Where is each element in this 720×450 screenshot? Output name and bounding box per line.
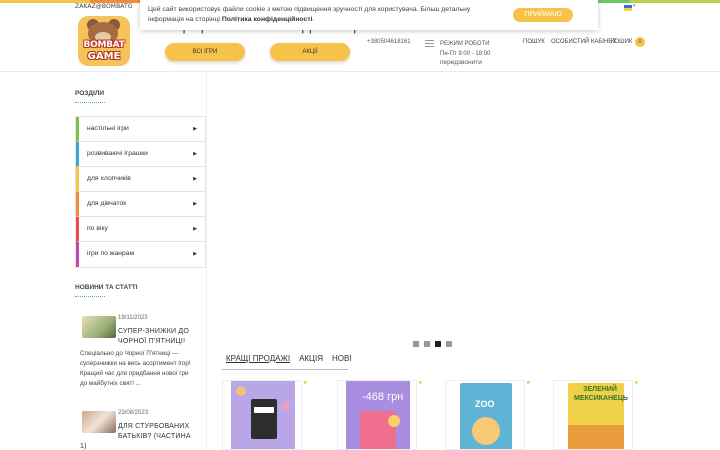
chevron-right-icon: ▶ [193,176,197,182]
news-date: 23/08/2023 [118,410,149,416]
news-excerpt-line: Спеціально до Чорної П'ятниці — [80,350,179,357]
rating-stars: ★ [526,380,531,386]
cookie-banner: Цей сайт використовує файли cookie з мет… [140,0,598,30]
news-title[interactable]: СУПЕР-ЗНИЖКИ ДО ЧОРНОЇ П'ЯТНИЦІ! [118,327,189,347]
logo-text-line1: BOMBAT [83,40,125,50]
news-title-line[interactable]: ЧОРНОЇ П'ЯТНИЦІ! [118,337,189,347]
category-item[interactable]: розвиваючі іграшки ▶ [76,142,205,167]
product-card[interactable] [222,380,302,450]
slider-dot[interactable] [446,341,452,347]
category-label[interactable]: ігри по жанрам [87,250,134,257]
working-hours-label: РЕЖИМ РОБОТИ [440,41,490,47]
product-card[interactable]: ZOO [445,380,525,450]
product-box-title: ZOO [475,399,495,409]
rating-stars: ★ [303,380,308,386]
news-title-line[interactable]: СУПЕР-ЗНИЖКИ ДО [118,327,189,337]
product-tabs: КРАЩІ ПРОДАЖІ АКЦІЯ НОВІ [226,354,352,363]
rating-stars: ★ [634,380,639,386]
working-hours-value: Пн-Пт 9:00 - 18:00 [440,51,491,57]
content-divider [206,72,207,450]
language-flag-icon[interactable] [624,5,632,11]
tab-promo[interactable]: АКЦІЯ [299,354,323,363]
news-excerpt-line: Кращий час для придбання нової гри [80,370,189,377]
product-image-drawing [231,381,295,449]
page: ZAKAZ@BOMBATG i ▾ BOMBAT GAME Офіційний … [0,0,720,450]
chevron-right-icon: ▶ [193,226,197,232]
category-item[interactable]: настільні ігри ▶ [76,117,205,142]
working-hours: РЕЖИМ РОБОТИ Пн-Пт 9:00 - 18:00 [440,39,490,59]
chevron-right-icon: ▶ [193,151,197,157]
news-date: 19/11/2023 [118,315,148,321]
rating-stars: ★ [418,380,423,386]
news-excerpt: Спеціально до Чорної П'ятниці — суперзни… [80,349,191,389]
category-label[interactable]: для дівчаток [87,200,126,207]
product-card[interactable]: ЗЕЛЕНИЙ МЕКСИКАНЕЦЬ [553,380,633,450]
tabs-underline [222,369,348,370]
sections-heading: РОЗДІЛИ [75,90,105,97]
cookie-text-end: . [312,16,315,23]
search-link[interactable]: ПОШУК [523,39,545,45]
slider-dot[interactable] [424,341,430,347]
news-excerpt-line: до майбутніх свят! ... [80,380,142,387]
product-image[interactable]: ЗЕЛЕНИЙ МЕКСИКАНЕЦЬ [562,381,628,449]
news-excerpt-line: суперзнижки на весь асортимент ігор! [80,360,191,367]
product-image[interactable]: ZOO [454,381,518,449]
site-logo[interactable]: BOMBAT GAME [78,16,130,66]
product-discount-label: -468 грн [362,391,404,403]
heading-underline [75,102,105,103]
chevron-down-icon[interactable]: ▾ [633,3,636,9]
news-thumbnail[interactable] [82,316,116,338]
category-item[interactable]: ігри по жанрам ▶ [76,242,205,267]
tab-new[interactable]: НОВІ [332,354,352,363]
slider-dot[interactable] [435,341,441,347]
account-link[interactable]: ОСОБИСТИЙ КАБІНЕТ [551,39,616,45]
cart-count-badge[interactable]: 0 [635,37,645,47]
chevron-right-icon: ▶ [193,251,197,257]
news-title-line[interactable]: 1) [80,442,87,450]
chevron-right-icon: ▶ [193,126,197,132]
heading-underline [75,296,105,297]
category-list: настільні ігри ▶ розвиваючі іграшки ▶ для хл… [75,116,206,268]
product-box-title: ЗЕЛЕНИЙ МЕКСИКАНЕЦЬ [574,386,628,402]
news-thumbnail[interactable] [82,411,116,433]
product-card[interactable]: -468 грн [337,380,417,450]
product-image[interactable]: -468 грн [346,381,410,449]
slider-dot[interactable] [413,341,419,347]
news-heading: НОВИНИ ТА СТАТТІ [75,284,138,291]
privacy-policy-link[interactable]: Політика конфіденційності [222,16,313,23]
cart-link[interactable]: КОШИК [611,39,632,45]
category-item[interactable]: для хлопчиків ▶ [76,167,205,192]
slider-pagination [413,341,452,347]
category-label[interactable]: настільні ігри [87,125,129,132]
news-title[interactable]: ДЛЯ СТУРБОВАНИХ БАТЬКІВ? (ЧАСТИНА [118,422,191,442]
header-divider [0,71,720,72]
category-label[interactable]: розвиваючі іграшки [87,150,148,157]
promo-button[interactable]: АКЦІЇ [270,43,350,61]
category-item[interactable]: по віку ▶ [76,217,205,242]
callback-link[interactable]: передзвонити [440,59,482,66]
email-link[interactable]: ZAKAZ@BOMBATG [75,3,133,10]
chevron-right-icon: ▶ [193,201,197,207]
logo-text-line2: GAME [87,51,121,62]
news-title-line[interactable]: ДЛЯ СТУРБОВАНИХ [118,422,191,432]
all-games-button[interactable]: ВСІ ІГРИ [165,43,245,61]
category-item[interactable]: для дівчаток ▶ [76,192,205,217]
cookie-text: Цей сайт використовує файли cookie з мет… [148,5,488,25]
hamburger-menu-icon[interactable] [425,40,434,48]
cookie-accept-button[interactable]: ПРИЙМАЮ [513,8,573,22]
phone-number[interactable]: +380504618161 [367,39,411,45]
product-image-drawing [454,381,518,449]
tab-best-sellers[interactable]: КРАЩІ ПРОДАЖІ [226,354,290,363]
category-label[interactable]: для хлопчиків [87,175,131,182]
category-label[interactable]: по віку [87,225,108,232]
news-title-line[interactable]: БАТЬКІВ? (ЧАСТИНА [118,432,191,442]
product-image[interactable] [231,381,295,449]
